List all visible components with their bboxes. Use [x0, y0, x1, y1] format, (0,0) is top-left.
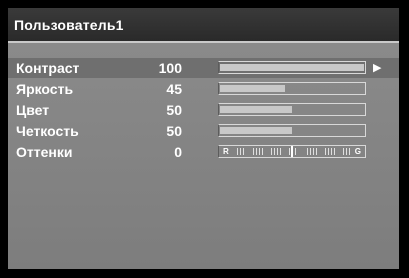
setting-value: 50 [166, 123, 182, 139]
setting-row-brightness[interactable]: Яркость 45 [8, 79, 399, 99]
tint-slider[interactable]: R G [218, 145, 366, 158]
slider-fill [220, 85, 285, 92]
tint-red-label: R [223, 147, 229, 156]
tint-tick [307, 148, 308, 155]
tint-tick [277, 148, 278, 155]
setting-label: Четкость [16, 123, 79, 139]
tint-tick [280, 148, 281, 155]
tint-tick [325, 148, 326, 155]
tint-tick [274, 148, 275, 155]
tint-tick [313, 148, 314, 155]
brightness-slider[interactable] [218, 82, 366, 95]
right-arrow-icon: ▶ [373, 62, 382, 74]
tint-tick [262, 148, 263, 155]
setting-label: Яркость [16, 81, 74, 97]
tint-tick [295, 148, 296, 155]
setting-row-tint[interactable]: Оттенки 0 R G [8, 142, 399, 162]
slider-fill [220, 106, 292, 113]
tint-tick [237, 148, 238, 155]
tint-tick [346, 148, 347, 155]
setting-row-contrast[interactable]: Контраст 100 ▶ [8, 58, 399, 78]
tint-tick [243, 148, 244, 155]
setting-label: Цвет [16, 102, 50, 118]
setting-label: Оттенки [16, 144, 73, 160]
tint-tick [316, 148, 317, 155]
sharpness-slider[interactable] [218, 124, 366, 137]
tint-tick [253, 148, 254, 155]
tint-tick [240, 148, 241, 155]
tint-green-label: G [354, 147, 361, 156]
tint-tick [271, 148, 272, 155]
tint-tick [343, 148, 344, 155]
tint-tick [310, 148, 311, 155]
tint-tick [289, 148, 290, 155]
tint-tick [349, 148, 350, 155]
slider-fill [220, 64, 364, 71]
title-bar: Пользователь1 [8, 8, 399, 43]
tint-tick [334, 148, 335, 155]
setting-value: 50 [166, 102, 182, 118]
setting-value: 0 [174, 144, 182, 160]
setting-value: 100 [158, 60, 182, 76]
setting-row-sharpness[interactable]: Четкость 50 [8, 121, 399, 141]
tint-tick [256, 148, 257, 155]
setting-value: 45 [166, 81, 182, 97]
tint-tick [331, 148, 332, 155]
tint-position-marker [291, 146, 293, 157]
page-title: Пользователь1 [14, 17, 124, 33]
setting-label: Контраст [16, 60, 80, 76]
color-slider[interactable] [218, 103, 366, 116]
tint-tick [328, 148, 329, 155]
slider-fill [220, 127, 292, 134]
screen: Пользователь1 Контраст 100 ▶ Яркость 45 … [0, 0, 409, 278]
picture-settings-panel: Пользователь1 Контраст 100 ▶ Яркость 45 … [8, 8, 399, 269]
setting-row-color[interactable]: Цвет 50 [8, 100, 399, 120]
tint-tick [259, 148, 260, 155]
contrast-slider[interactable] [218, 61, 366, 74]
